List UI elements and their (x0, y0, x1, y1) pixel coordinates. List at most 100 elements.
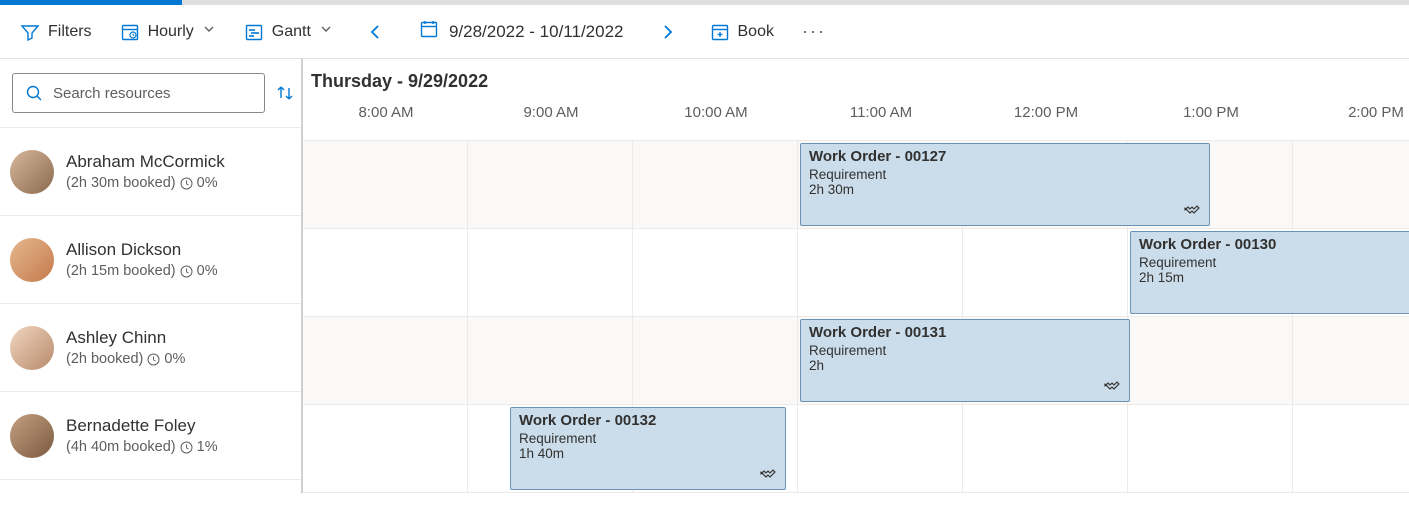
hourly-dropdown[interactable]: Hourly (120, 22, 216, 42)
filters-button[interactable]: Filters (20, 22, 92, 42)
search-row (0, 59, 301, 128)
timeline-panel: Thursday - 9/29/2022 8:00 AM9:00 AM10:00… (303, 59, 1409, 493)
handshake-icon (1183, 201, 1201, 219)
gantt-hour-cell (633, 317, 798, 404)
calendar-hourly-icon (120, 22, 140, 42)
search-icon (25, 84, 43, 102)
booking-requirement: Requirement (809, 343, 1121, 358)
clock-icon (180, 441, 193, 454)
gantt-grid (303, 405, 1409, 492)
hour-label: 8:00 AM (303, 104, 468, 140)
gantt-body: Work Order - 00127 Requirement 2h 30m Wo… (303, 141, 1409, 493)
gantt-hour-cell (468, 317, 633, 404)
gantt-row[interactable]: Work Order - 00130 Requirement 2h 15m (303, 229, 1409, 317)
chevron-down-icon (202, 22, 216, 41)
gantt-hour-cell (1293, 405, 1409, 492)
chevron-down-icon (319, 22, 333, 41)
pct-text: 0% (164, 351, 185, 367)
resource-meta: (2h 30m booked) 0% (66, 175, 291, 191)
resource-row[interactable]: Abraham McCormick (2h 30m booked) 0% (0, 128, 301, 216)
gantt-label: Gantt (272, 23, 311, 41)
avatar (10, 150, 54, 194)
booking-duration: 2h (809, 358, 1121, 373)
booking-block[interactable]: Work Order - 00127 Requirement 2h 30m (800, 143, 1210, 226)
resource-meta: (2h booked) 0% (66, 351, 291, 367)
hour-label: 11:00 AM (798, 104, 963, 140)
search-input[interactable] (53, 85, 252, 102)
booked-text: (2h booked) (66, 351, 143, 367)
book-icon (710, 22, 730, 42)
hour-label: 10:00 AM (633, 104, 798, 140)
gantt-hour-cell (468, 141, 633, 228)
next-date-button[interactable] (652, 23, 682, 41)
gantt-hour-cell (1128, 317, 1293, 404)
resource-row[interactable]: Bernadette Foley (4h 40m booked) 1% (0, 392, 301, 480)
pct-text: 1% (197, 439, 218, 455)
booking-block[interactable]: Work Order - 00130 Requirement 2h 15m (1130, 231, 1409, 314)
gantt-hour-cell (1128, 405, 1293, 492)
clock-icon (180, 177, 193, 190)
search-box[interactable] (12, 73, 265, 113)
gantt-hour-cell (1293, 317, 1409, 404)
timeline-date-label: Thursday - 9/29/2022 (303, 59, 1409, 104)
gantt-hour-cell (303, 317, 468, 404)
booking-block[interactable]: Work Order - 00132 Requirement 1h 40m (510, 407, 786, 490)
gantt-hour-cell (798, 229, 963, 316)
date-range-picker[interactable]: 9/28/2022 - 10/11/2022 (419, 19, 624, 44)
hour-label: 2:00 PM (1293, 104, 1409, 140)
avatar (10, 238, 54, 282)
more-menu[interactable]: ··· (802, 21, 826, 42)
gantt-hour-cell (303, 229, 468, 316)
calendar-icon (419, 19, 439, 44)
gantt-dropdown[interactable]: Gantt (244, 22, 333, 42)
handshake-icon (759, 465, 777, 483)
booking-requirement: Requirement (519, 431, 777, 446)
book-button[interactable]: Book (710, 22, 774, 42)
gantt-hour-cell (468, 229, 633, 316)
gantt-row[interactable]: Work Order - 00127 Requirement 2h 30m (303, 141, 1409, 229)
booking-title: Work Order - 00130 (1139, 236, 1409, 253)
hour-label: 12:00 PM (963, 104, 1128, 140)
prev-date-button[interactable] (361, 23, 391, 41)
clock-icon (147, 353, 160, 366)
pct-text: 0% (197, 175, 218, 191)
tab-indicator (0, 0, 1409, 5)
avatar (10, 414, 54, 458)
resource-name: Bernadette Foley (66, 416, 291, 436)
filter-icon (20, 22, 40, 42)
resource-row[interactable]: Allison Dickson (2h 15m booked) 0% (0, 216, 301, 304)
resource-name: Allison Dickson (66, 240, 291, 260)
booking-block[interactable]: Work Order - 00131 Requirement 2h (800, 319, 1130, 402)
resource-name: Ashley Chinn (66, 328, 291, 348)
timeline-header: Thursday - 9/29/2022 8:00 AM9:00 AM10:00… (303, 59, 1409, 141)
book-label: Book (738, 23, 774, 41)
resource-meta: (4h 40m booked) 1% (66, 439, 291, 455)
toolbar: Filters Hourly Gantt 9/28/2022 - 10/11/2… (0, 5, 1409, 59)
hour-label: 9:00 AM (468, 104, 633, 140)
booking-duration: 1h 40m (519, 446, 777, 461)
sort-button[interactable] (275, 83, 295, 103)
gantt-row[interactable]: Work Order - 00131 Requirement 2h (303, 317, 1409, 405)
hourly-label: Hourly (148, 23, 194, 41)
gantt-row[interactable]: Work Order - 00132 Requirement 1h 40m (303, 405, 1409, 493)
clock-icon (180, 265, 193, 278)
filters-label: Filters (48, 23, 92, 41)
booking-requirement: Requirement (809, 167, 1201, 182)
booked-text: (2h 30m booked) (66, 175, 176, 191)
resource-info: Abraham McCormick (2h 30m booked) 0% (66, 152, 291, 191)
booked-text: (4h 40m booked) (66, 439, 176, 455)
resource-row[interactable]: Ashley Chinn (2h booked) 0% (0, 304, 301, 392)
gantt-hour-cell (798, 405, 963, 492)
hour-label: 1:00 PM (1128, 104, 1293, 140)
resource-info: Bernadette Foley (4h 40m booked) 1% (66, 416, 291, 455)
main: Abraham McCormick (2h 30m booked) 0% All… (0, 59, 1409, 493)
gantt-hour-cell (303, 405, 468, 492)
gantt-hour-cell (633, 141, 798, 228)
resource-meta: (2h 15m booked) 0% (66, 263, 291, 279)
resource-info: Allison Dickson (2h 15m booked) 0% (66, 240, 291, 279)
resource-name: Abraham McCormick (66, 152, 291, 172)
gantt-hour-cell (303, 141, 468, 228)
booking-duration: 2h 30m (809, 182, 1201, 197)
gantt-hour-cell (633, 229, 798, 316)
booking-title: Work Order - 00132 (519, 412, 777, 429)
